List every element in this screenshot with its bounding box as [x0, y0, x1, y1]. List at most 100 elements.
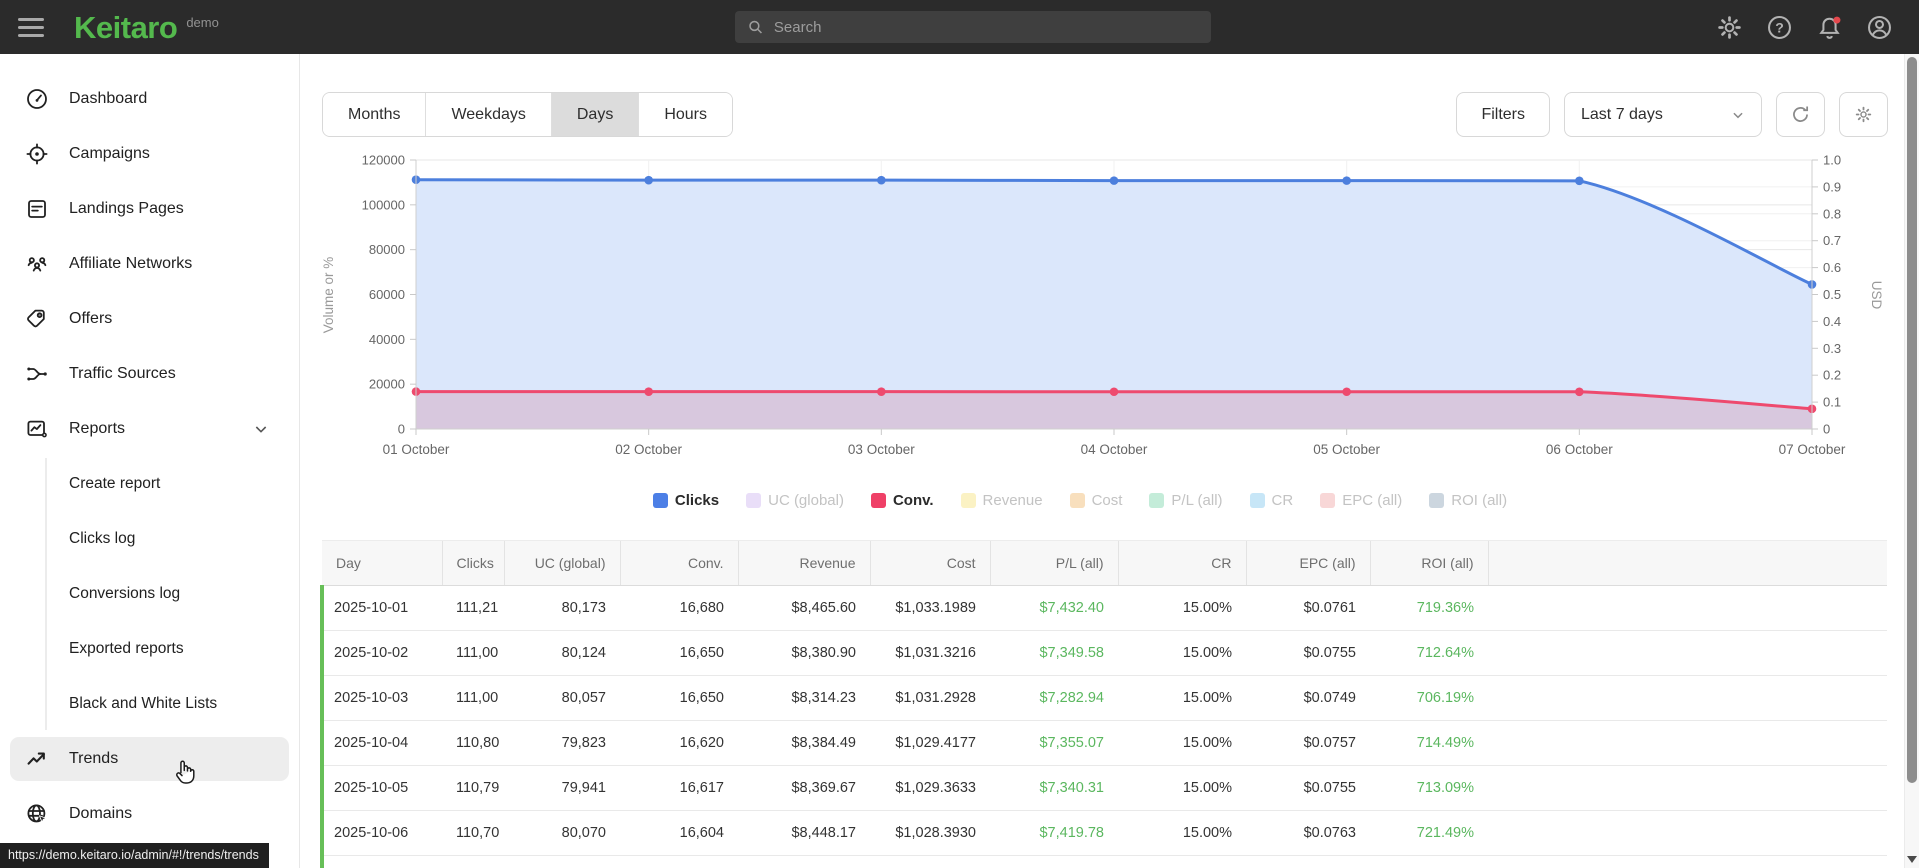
- legend-item-conv[interactable]: Conv.: [870, 492, 934, 509]
- cell-conv: 9,446: [620, 855, 738, 868]
- sidebar-item-reports[interactable]: Reports: [10, 407, 289, 451]
- cell-revenue: $8,448.17: [738, 810, 870, 856]
- cell-p-l-all: $7,432.40: [990, 585, 1118, 631]
- column-header-day[interactable]: Day: [322, 540, 442, 586]
- legend-item-roi-all[interactable]: ROI (all): [1429, 492, 1507, 509]
- cell-revenue: $8,369.67: [738, 765, 870, 811]
- sidebar-item-dashboard[interactable]: Dashboard: [10, 77, 289, 121]
- legend-item-uc-global[interactable]: UC (global): [746, 492, 844, 509]
- chart-settings-button[interactable]: [1839, 92, 1888, 137]
- account-icon[interactable]: [1866, 14, 1893, 41]
- legend-item-cr[interactable]: CR: [1249, 492, 1293, 509]
- column-header-uc-global[interactable]: UC (global): [503, 540, 620, 586]
- cell-cr: 15.00%: [1118, 585, 1246, 631]
- sidebar-item-affiliate-networks[interactable]: Affiliate Networks: [10, 242, 289, 286]
- column-header-p-l-all[interactable]: P/L (all): [989, 540, 1118, 586]
- sidebar-item-conversions-log[interactable]: Conversions log: [10, 572, 289, 616]
- hamburger-menu-icon[interactable]: [18, 17, 64, 37]
- cell-day: 2025-10-06: [320, 810, 442, 856]
- tab-days[interactable]: Days: [551, 93, 640, 136]
- cell-day: 2025-10-01: [320, 585, 442, 631]
- refresh-button[interactable]: [1776, 92, 1825, 137]
- column-header-clicks[interactable]: Clicks: [441, 540, 504, 586]
- cell-roi-all: 712.64%: [1370, 630, 1488, 676]
- sidebar-item-exported-reports[interactable]: Exported reports: [10, 627, 289, 671]
- legend-swatch: [870, 493, 886, 508]
- cell-epc-all: $0.0749: [1246, 675, 1370, 721]
- cell-cost: $1,031.2928: [870, 675, 990, 721]
- sidebar-item-label: Traffic Sources: [69, 365, 176, 382]
- column-header-cost[interactable]: Cost: [869, 540, 990, 586]
- sidebar-item-offers[interactable]: $ Offers: [10, 297, 289, 341]
- sidebar-item-label: Domains: [69, 805, 133, 822]
- sidebar-item-clicks-log[interactable]: Clicks log: [10, 517, 289, 561]
- cell-epc-all: $0.0755: [1246, 765, 1370, 811]
- sidebar-item-label: Clicks log: [69, 530, 136, 547]
- global-search[interactable]: [735, 11, 1211, 43]
- tab-hours[interactable]: Hours: [639, 93, 733, 136]
- brand-logo[interactable]: Keitaro: [74, 12, 178, 43]
- cell-p-l-all: $4,281.01: [990, 855, 1118, 868]
- svg-text:0.3: 0.3: [1823, 341, 1841, 356]
- cell-roi-all: 721.49%: [1370, 810, 1488, 856]
- sidebar-item-label: Create report: [69, 475, 161, 492]
- sidebar-item-label: Affiliate Networks: [69, 255, 193, 272]
- table-row: 2025-10-01 111,21 80,173 16,680 $8,465.60 $1,…: [320, 585, 1887, 631]
- svg-text:60000: 60000: [369, 287, 405, 302]
- table-row: 2025-10-02 111,00 80,124 16,650 $8,380.90 $1,…: [320, 630, 1887, 676]
- filters-button[interactable]: Filters: [1456, 92, 1550, 137]
- legend-item-epc-all[interactable]: EPC (all): [1320, 492, 1402, 509]
- sidebar-item-label: Offers: [69, 310, 113, 327]
- sidebar-item-black-and-white-lists[interactable]: Black and White Lists: [10, 682, 289, 726]
- search-input[interactable]: [773, 18, 1199, 36]
- cell-cr: 15.00%: [1118, 720, 1246, 766]
- cell-cr: 15.00%: [1118, 630, 1246, 676]
- column-header-epc-all[interactable]: EPC (all): [1245, 540, 1370, 586]
- sidebar-item-trends[interactable]: Trends: [10, 737, 289, 781]
- notifications-icon[interactable]: [1816, 14, 1843, 41]
- cell-cost: $1,031.3216: [870, 630, 990, 676]
- svg-text:0.2: 0.2: [1823, 368, 1841, 383]
- chevron-down-icon: [255, 426, 267, 433]
- cell-clicks: 64,46: [442, 855, 504, 868]
- svg-text:0.8: 0.8: [1823, 206, 1841, 221]
- column-header-filler: [1487, 540, 1887, 586]
- svg-text:0.5: 0.5: [1823, 287, 1841, 302]
- cell-day: 2025-10-03: [320, 675, 442, 721]
- sidebar-item-create-report[interactable]: Create report: [10, 462, 289, 506]
- legend-swatch: [1429, 493, 1445, 508]
- offers-icon: $: [25, 307, 49, 331]
- topbar: Keitaro demo ?: [0, 0, 1919, 54]
- legend-item-clicks[interactable]: Clicks: [652, 492, 719, 509]
- sidebar-item-domains[interactable]: Domains: [10, 792, 289, 836]
- sidebar-item-label: Conversions log: [69, 585, 181, 602]
- column-header-revenue[interactable]: Revenue: [737, 540, 870, 586]
- column-header-cr[interactable]: CR: [1117, 540, 1246, 586]
- svg-text:?: ?: [1775, 19, 1784, 35]
- svg-text:0.1: 0.1: [1823, 395, 1841, 410]
- sidebar-item-label: Trends: [69, 750, 119, 767]
- column-header-roi-all[interactable]: ROI (all): [1369, 540, 1488, 586]
- help-icon[interactable]: ?: [1766, 14, 1793, 41]
- date-range-select[interactable]: Last 7 days: [1564, 92, 1762, 137]
- svg-text:1.0: 1.0: [1823, 153, 1841, 168]
- scrollbar-thumb[interactable]: [1907, 57, 1917, 783]
- tab-weekdays[interactable]: Weekdays: [426, 93, 552, 136]
- legend-item-revenue[interactable]: Revenue: [960, 492, 1043, 509]
- legend-item-cost[interactable]: Cost: [1069, 492, 1122, 509]
- tab-months[interactable]: Months: [323, 93, 427, 136]
- sidebar-item-landings-pages[interactable]: Landings Pages: [10, 187, 289, 231]
- sidebar-item-label: Reports: [69, 420, 126, 437]
- page-scrollbar[interactable]: [1904, 54, 1919, 868]
- svg-text:02 October: 02 October: [615, 442, 682, 457]
- table-row: 2025-10-03 111,00 80,057 16,650 $8,314.23 $1,…: [320, 675, 1887, 721]
- svg-text:100000: 100000: [362, 197, 405, 212]
- cell-p-l-all: $7,349.58: [990, 630, 1118, 676]
- sidebar-item-traffic-sources[interactable]: Traffic Sources: [10, 352, 289, 396]
- column-header-conv[interactable]: Conv.: [619, 540, 738, 586]
- legend-item-p-l-all[interactable]: P/L (all): [1149, 492, 1223, 509]
- cell-p-l-all: $7,340.31: [990, 765, 1118, 811]
- sidebar-item-campaigns[interactable]: Campaigns: [10, 132, 289, 176]
- scrollbar-down-arrow-icon[interactable]: [1907, 856, 1917, 863]
- settings-icon[interactable]: [1716, 14, 1743, 41]
